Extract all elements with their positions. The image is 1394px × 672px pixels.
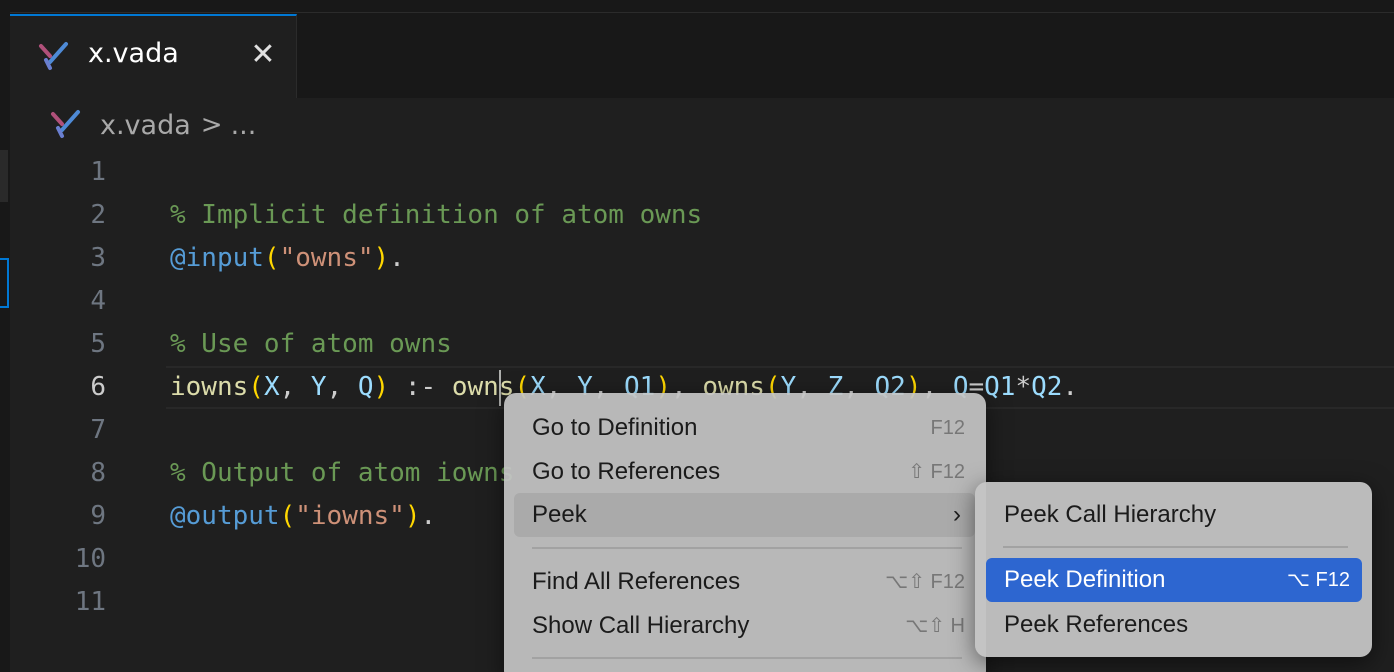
menu-item-label: Peek Call Hierarchy xyxy=(1004,501,1217,528)
vada-logo-icon xyxy=(39,42,68,70)
code-line[interactable]: 4 xyxy=(0,280,1394,323)
line-code[interactable]: % Output of atom iowns xyxy=(170,452,514,495)
line-number: 10 xyxy=(74,544,106,574)
menu-item-peek-references[interactable]: Peek References xyxy=(986,603,1362,647)
breadcrumb-symbols[interactable]: ... xyxy=(231,110,257,141)
line-number: 5 xyxy=(90,329,106,359)
menu-item-shortcut: ⇧ F12 xyxy=(908,461,965,483)
menu-item-find-all-references[interactable]: Find All References ⌥⇧ F12 xyxy=(514,560,975,604)
line-number: 2 xyxy=(90,200,106,230)
menu-item-go-to-references[interactable]: Go to References ⇧ F12 xyxy=(514,450,975,494)
line-code[interactable]: @input("owns"). xyxy=(170,237,405,280)
menu-item-shortcut: ⌥⇧ F12 xyxy=(885,571,965,593)
chevron-right-icon: › xyxy=(953,501,961,528)
line-number: 11 xyxy=(74,587,106,617)
line-code[interactable]: @output("iowns"). xyxy=(170,495,436,538)
menu-item-show-call-hierarchy[interactable]: Show Call Hierarchy ⌥⇧ H xyxy=(514,604,975,648)
tab-x-vada[interactable]: x.vada ✕ xyxy=(10,14,297,98)
line-number: 8 xyxy=(90,458,106,488)
line-code[interactable]: % Use of atom owns xyxy=(170,323,452,366)
title-divider xyxy=(0,12,1394,13)
menu-item-peek-call-hierarchy[interactable]: Peek Call Hierarchy xyxy=(986,493,1362,537)
line-code[interactable]: % Implicit definition of atom owns xyxy=(170,194,702,237)
tab-title: x.vada xyxy=(88,38,179,69)
menu-item-go-to-definition[interactable]: Go to Definition F12 xyxy=(514,406,975,450)
code-line[interactable]: 1 xyxy=(0,151,1394,194)
menu-item-label: Show Call Hierarchy xyxy=(532,612,750,639)
menu-separator xyxy=(532,657,962,659)
menu-item-label: Peek xyxy=(532,501,587,528)
menu-item-label: Go to References xyxy=(532,458,721,485)
menu-item-peek-definition[interactable]: Peek Definition ⌥ F12 xyxy=(986,558,1362,602)
chevron-right-icon: > xyxy=(200,110,223,140)
code-line[interactable]: 2 % Implicit definition of atom owns xyxy=(0,194,1394,237)
menu-item-label: Peek Definition xyxy=(1004,566,1166,593)
code-line[interactable]: 5 % Use of atom owns xyxy=(0,323,1394,366)
menu-item-shortcut: ⌥⇧ H xyxy=(905,615,965,637)
breadcrumb: x.vada > ... xyxy=(48,106,256,144)
line-number: 4 xyxy=(90,286,106,316)
menu-item-peek[interactable]: Peek › xyxy=(514,493,975,537)
menu-item-label: Peek References xyxy=(1004,611,1189,638)
breadcrumb-file[interactable]: x.vada xyxy=(100,110,191,141)
line-number: 7 xyxy=(90,415,106,445)
line-number: 3 xyxy=(90,243,106,273)
peek-submenu: Peek Call Hierarchy Peek Definition ⌥ F1… xyxy=(975,482,1372,657)
menu-separator xyxy=(532,547,962,549)
menu-item-shortcut: ⌥ F12 xyxy=(1286,569,1350,591)
text-cursor xyxy=(499,370,501,406)
line-number: 9 xyxy=(90,501,106,531)
code-line[interactable]: 3 @input("owns"). xyxy=(0,237,1394,280)
context-menu: Go to Definition F12 Go to References ⇧ … xyxy=(504,393,986,672)
menu-separator xyxy=(1003,546,1348,548)
line-number: 1 xyxy=(90,157,106,187)
menu-item-label: Find All References xyxy=(532,568,741,595)
menu-item-label: Go to Definition xyxy=(532,414,698,441)
vada-logo-icon xyxy=(51,110,80,138)
line-number: 6 xyxy=(90,372,106,402)
close-icon[interactable]: ✕ xyxy=(250,38,276,72)
menu-item-shortcut: F12 xyxy=(930,417,965,439)
